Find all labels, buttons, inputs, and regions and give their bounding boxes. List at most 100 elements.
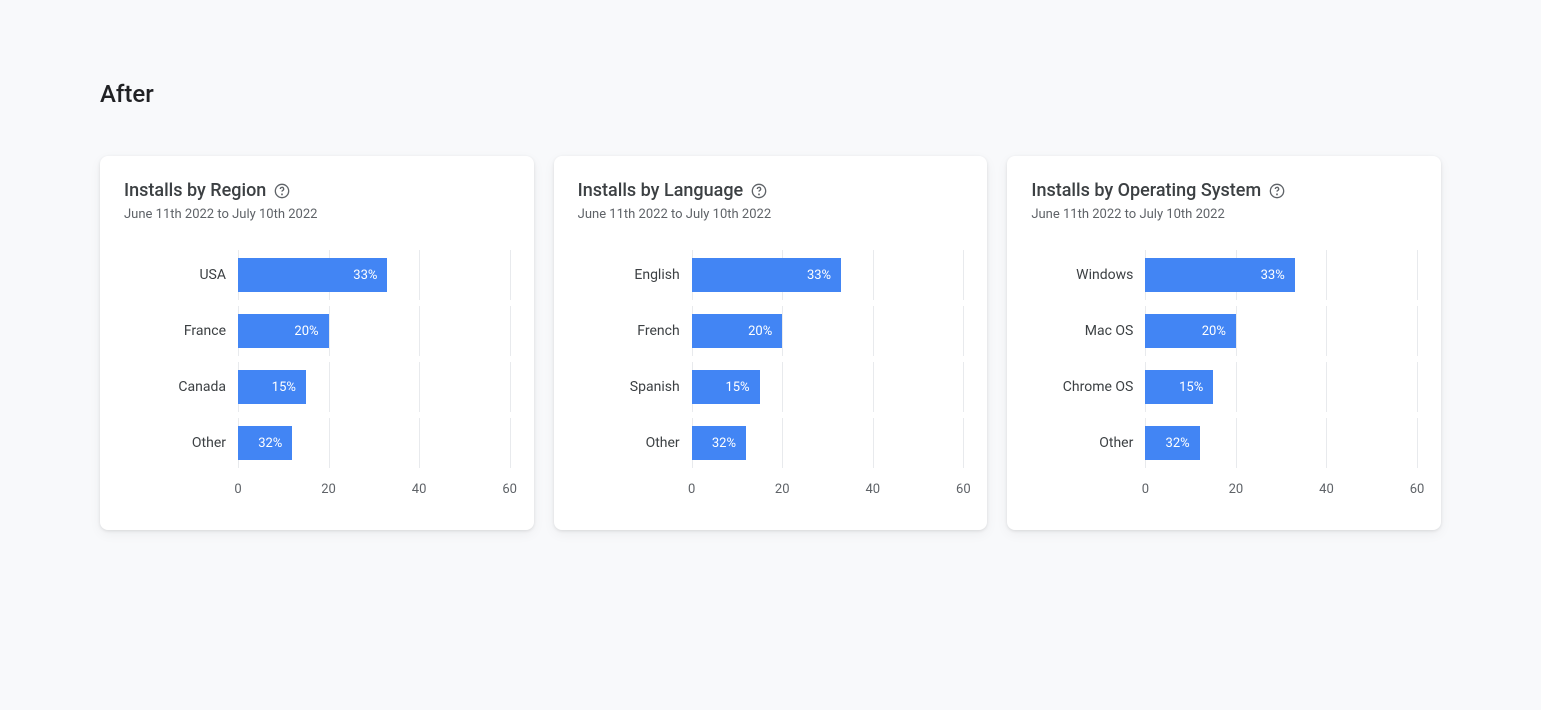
bar-value: 20% — [1202, 324, 1226, 339]
plot-area: 33% — [1145, 258, 1417, 292]
help-icon[interactable] — [751, 183, 767, 199]
axis-tick: 20 — [775, 482, 790, 497]
card-title: Installs by Language — [578, 180, 744, 201]
chart-row: Chrome OS 15% — [1031, 370, 1417, 404]
bar: 32% — [692, 426, 746, 460]
page-title: After — [100, 80, 1441, 108]
plot-area: 15% — [692, 370, 964, 404]
card-title: Installs by Operating System — [1031, 180, 1261, 201]
bar-value: 15% — [272, 380, 296, 395]
bar: 20% — [238, 314, 329, 348]
card-title: Installs by Region — [124, 180, 266, 201]
grid-line — [782, 306, 783, 356]
grid-line — [1326, 250, 1327, 300]
grid-line — [1417, 306, 1418, 356]
row-label: French — [578, 323, 692, 339]
grid-line — [873, 250, 874, 300]
bar: 15% — [1145, 370, 1213, 404]
cards-container: Installs by Region June 11th 2022 to Jul… — [100, 156, 1441, 530]
x-axis: 0 20 40 60 — [578, 482, 964, 502]
bar-value: 15% — [1179, 380, 1203, 395]
axis-tick: 20 — [321, 482, 336, 497]
plot-area: 32% — [692, 426, 964, 460]
grid-line — [419, 306, 420, 356]
card-language: Installs by Language June 11th 2022 to J… — [554, 156, 988, 530]
grid-line — [963, 306, 964, 356]
card-subtitle: June 11th 2022 to July 10th 2022 — [1031, 207, 1417, 222]
grid-line — [1417, 418, 1418, 468]
plot-area: 15% — [238, 370, 510, 404]
row-label: English — [578, 267, 692, 283]
row-label: Chrome OS — [1031, 379, 1145, 395]
grid-line — [1236, 418, 1237, 468]
row-label: Other — [1031, 435, 1145, 451]
grid-line — [419, 418, 420, 468]
bar-chart: English 33% French 20% — [578, 258, 964, 502]
axis-tick: 0 — [1142, 482, 1149, 497]
row-label: Mac OS — [1031, 323, 1145, 339]
grid-line — [782, 418, 783, 468]
grid-line — [873, 306, 874, 356]
grid-line — [1236, 306, 1237, 356]
x-axis: 0 20 40 60 — [1031, 482, 1417, 502]
bar: 32% — [238, 426, 292, 460]
axis-tick: 0 — [688, 482, 695, 497]
bar: 33% — [692, 258, 841, 292]
row-label: Windows — [1031, 267, 1145, 283]
card-region: Installs by Region June 11th 2022 to Jul… — [100, 156, 534, 530]
plot-area: 32% — [1145, 426, 1417, 460]
chart-row: French 20% — [578, 314, 964, 348]
grid-line — [963, 250, 964, 300]
bar-value: 33% — [807, 268, 831, 283]
bar-value: 32% — [1166, 436, 1190, 451]
bar-value: 33% — [353, 268, 377, 283]
card-subtitle: June 11th 2022 to July 10th 2022 — [578, 207, 964, 222]
plot-area: 32% — [238, 426, 510, 460]
grid-line — [1326, 362, 1327, 412]
help-icon[interactable] — [1269, 183, 1285, 199]
row-label: France — [124, 323, 238, 339]
x-axis: 0 20 40 60 — [124, 482, 510, 502]
bar-chart: Windows 33% Mac OS 20% — [1031, 258, 1417, 502]
axis-tick: 60 — [956, 482, 971, 497]
grid-line — [419, 362, 420, 412]
help-icon[interactable] — [274, 183, 290, 199]
bar-value: 32% — [712, 436, 736, 451]
card-os: Installs by Operating System June 11th 2… — [1007, 156, 1441, 530]
axis-tick: 40 — [412, 482, 427, 497]
card-subtitle: June 11th 2022 to July 10th 2022 — [124, 207, 510, 222]
grid-line — [510, 418, 511, 468]
grid-line — [510, 250, 511, 300]
grid-line — [782, 362, 783, 412]
grid-line — [873, 418, 874, 468]
bar: 20% — [1145, 314, 1236, 348]
chart-row: Other 32% — [1031, 426, 1417, 460]
bar: 20% — [692, 314, 783, 348]
bar: 33% — [238, 258, 387, 292]
bar-value: 33% — [1261, 268, 1285, 283]
chart-row: English 33% — [578, 258, 964, 292]
chart-row: Canada 15% — [124, 370, 510, 404]
axis-tick: 40 — [1319, 482, 1334, 497]
plot-area: 20% — [1145, 314, 1417, 348]
plot-area: 15% — [1145, 370, 1417, 404]
grid-line — [329, 418, 330, 468]
plot-area: 33% — [238, 258, 510, 292]
chart-row: Other 32% — [124, 426, 510, 460]
bar: 32% — [1145, 426, 1199, 460]
grid-line — [1236, 362, 1237, 412]
bar-value: 15% — [725, 380, 749, 395]
plot-area: 33% — [692, 258, 964, 292]
chart-row: Windows 33% — [1031, 258, 1417, 292]
plot-area: 20% — [238, 314, 510, 348]
chart-row: USA 33% — [124, 258, 510, 292]
row-label: Other — [578, 435, 692, 451]
grid-line — [1417, 362, 1418, 412]
grid-line — [329, 306, 330, 356]
axis-tick: 0 — [234, 482, 241, 497]
chart-row: France 20% — [124, 314, 510, 348]
grid-line — [873, 362, 874, 412]
bar-value: 20% — [294, 324, 318, 339]
grid-line — [963, 418, 964, 468]
chart-row: Other 32% — [578, 426, 964, 460]
